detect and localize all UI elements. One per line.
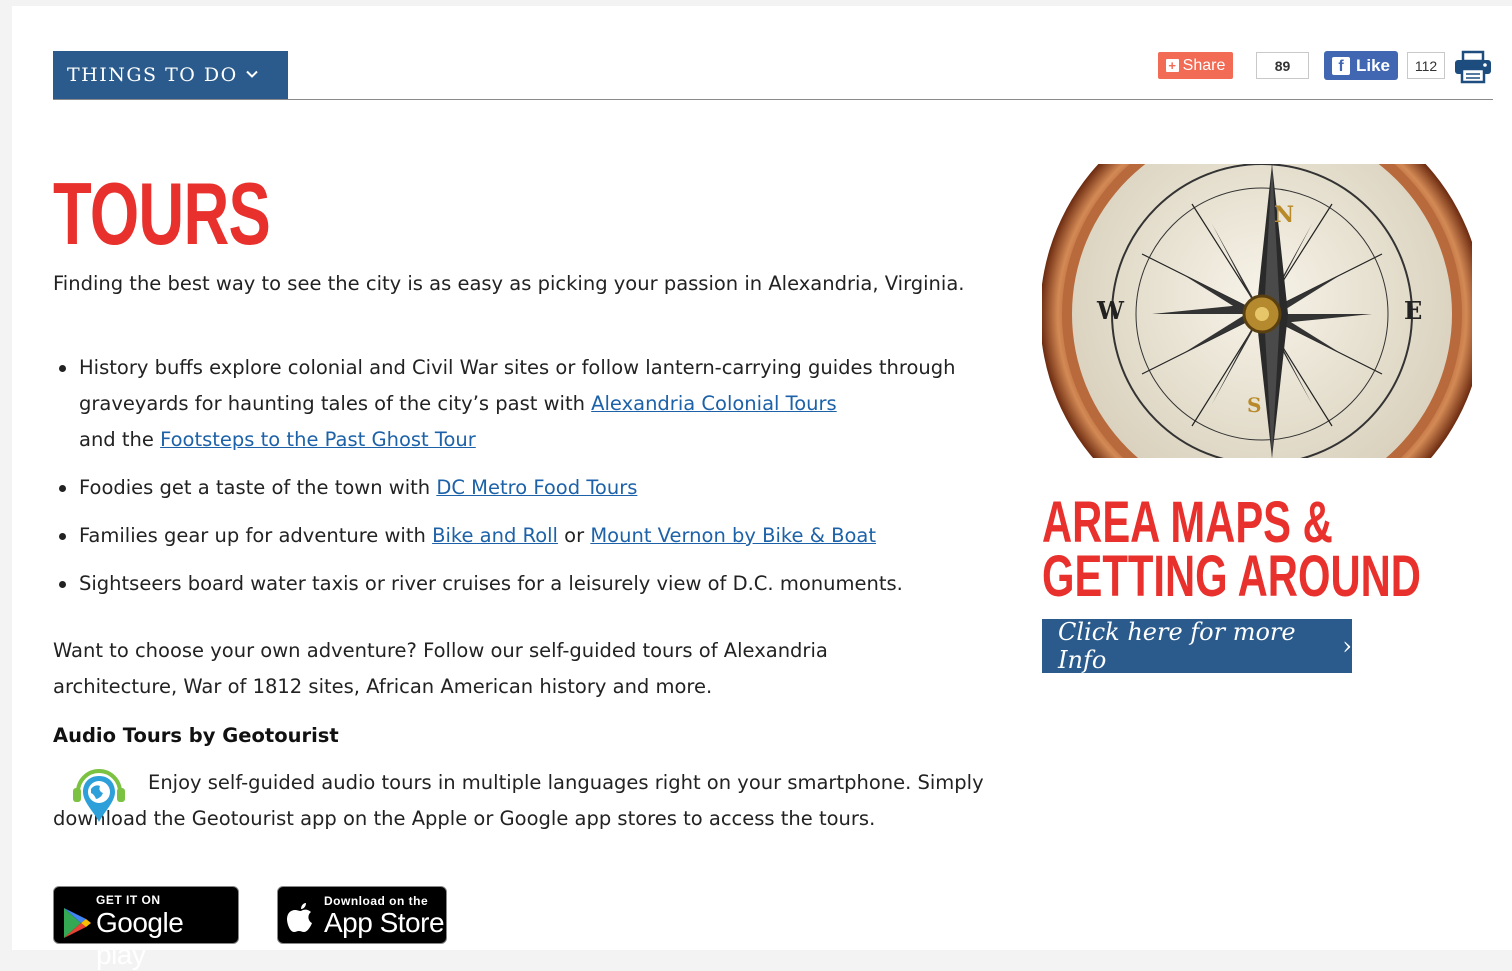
chevron-down-icon <box>246 68 258 83</box>
list-item: Sightseers board water taxis or river cr… <box>53 566 1013 602</box>
like-count: 112 <box>1407 52 1445 79</box>
intro-text: Finding the best way to see the city is … <box>53 272 965 295</box>
printer-icon[interactable] <box>1454 50 1492 84</box>
compass-image: N E S W <box>1042 164 1472 458</box>
compass-w-label: W <box>1096 296 1125 325</box>
facebook-like-button[interactable]: f Like <box>1324 51 1398 80</box>
list-item: Foodies get a taste of the town with DC … <box>53 470 1013 506</box>
things-to-do-menu[interactable]: THINGS TO DO <box>53 51 288 99</box>
share-count: 89 <box>1256 52 1309 79</box>
audio-tours-heading: Audio Tours by Geotourist <box>53 724 339 747</box>
page: THINGS TO DO + Share 89 f Like 112 TOURS… <box>12 6 1512 970</box>
list-item-text: and the <box>79 428 161 451</box>
list-item-text: Sightseers board water taxis or river cr… <box>79 572 903 595</box>
google-play-big-text: Google play <box>96 907 184 970</box>
share-button[interactable]: + Share <box>1158 52 1233 79</box>
app-store-small-text: Download on the <box>324 894 429 908</box>
share-plus-icon: + <box>1165 59 1179 72</box>
more-info-button[interactable]: Click here for more Info › <box>1042 618 1352 674</box>
facebook-icon: f <box>1331 56 1350 75</box>
geotourist-icon <box>70 762 128 826</box>
google-play-icon <box>62 907 92 943</box>
compass-n-label: N <box>1274 202 1294 228</box>
bike-and-roll-link[interactable]: Bike and Roll <box>432 524 558 547</box>
things-to-do-label: THINGS TO DO <box>67 64 238 86</box>
area-maps-heading: AREA MAPS & GETTING AROUND <box>1042 490 1474 609</box>
list-item: History buffs explore colonial and Civil… <box>53 350 1013 458</box>
mount-vernon-bike-boat-link[interactable]: Mount Vernon by Bike & Boat <box>590 524 876 547</box>
compass-s-label: S <box>1247 393 1261 417</box>
adventure-text: Want to choose your own adventure? Follo… <box>53 639 828 698</box>
footsteps-ghost-tour-link[interactable]: Footsteps to the Past Ghost Tour <box>160 428 476 451</box>
list-item-text: or <box>557 524 591 547</box>
page-title: TOURS <box>53 164 271 263</box>
apple-icon <box>286 899 316 939</box>
list-item-text: Families gear up for adventure with <box>79 524 433 547</box>
audio-tours-text: Enjoy self-guided audio tours in multipl… <box>53 771 984 830</box>
more-info-label: Click here for more Info <box>1058 618 1296 674</box>
google-play-small-text: GET IT ON <box>96 893 161 907</box>
app-store-big-text: App Store <box>324 907 445 938</box>
area-maps-heading-text: AREA MAPS & GETTING AROUND <box>1042 490 1421 609</box>
list-item-text: Foodies get a taste of the town with <box>79 476 437 499</box>
app-store-badge[interactable]: Download on the App Store <box>277 886 447 944</box>
like-label: Like <box>1355 55 1391 75</box>
tours-list: History buffs explore colonial and Civil… <box>53 350 1013 614</box>
top-divider <box>53 99 1493 100</box>
list-item: Families gear up for adventure with Bike… <box>53 518 1013 554</box>
compass-e-label: E <box>1404 296 1422 325</box>
share-label: Share <box>1182 56 1226 74</box>
alexandria-colonial-tours-link[interactable]: Alexandria Colonial Tours <box>591 392 837 415</box>
dc-metro-food-tours-link[interactable]: DC Metro Food Tours <box>436 476 637 499</box>
google-play-badge[interactable]: GET IT ON Google play <box>53 886 239 970</box>
chevron-right-icon: › <box>1342 632 1352 660</box>
